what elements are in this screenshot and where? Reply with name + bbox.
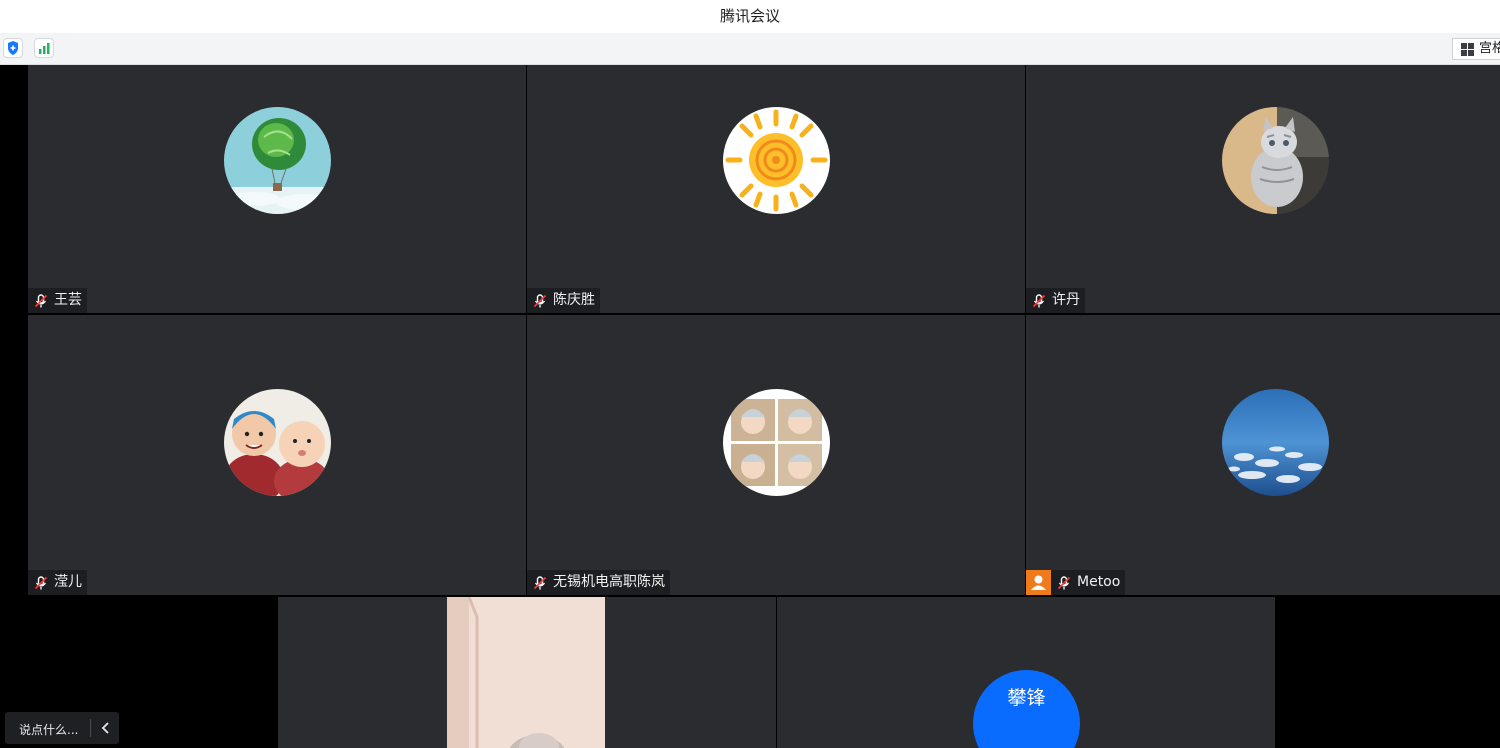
participant-tile[interactable]: 许丹 [1026, 65, 1500, 313]
chat-input-bar[interactable]: 说点什么... [5, 712, 119, 744]
grid-view-button[interactable]: 宫格视图 [1452, 38, 1500, 60]
participant-name: 王芸 [54, 292, 82, 308]
divider [90, 719, 91, 737]
text-avatar-label: 攀锋 [1007, 687, 1046, 709]
participant-name-tag: 滢儿 [28, 570, 87, 595]
participant-name: 滢儿 [54, 574, 82, 590]
participant-name: 无锡机电高职陈岚 [553, 574, 665, 590]
shield-check-icon[interactable] [3, 38, 23, 58]
mic-muted-icon [33, 575, 49, 591]
grid-view-icon [1461, 43, 1474, 56]
participant-tile[interactable]: 无锡机电高职陈岚 [527, 315, 1025, 595]
host-badge-icon [1026, 570, 1051, 595]
participant-name: 许丹 [1052, 292, 1080, 308]
grid-view-label: 宫格视图 [1479, 41, 1500, 56]
participant-name-tag: 许丹 [1026, 288, 1085, 313]
text-avatar: 攀锋 [973, 670, 1080, 748]
participant-name-tag: 无锡机电高职陈岚 [527, 570, 670, 595]
participant-tile[interactable] [278, 597, 776, 748]
avatar [1222, 107, 1329, 214]
chat-input[interactable]: 说点什么... [19, 721, 78, 738]
avatar [723, 107, 830, 214]
participant-tile[interactable]: 攀锋 [777, 597, 1275, 748]
participant-tile[interactable]: 王芸 [28, 65, 526, 313]
avatar [723, 389, 830, 496]
mic-muted-icon [532, 293, 548, 309]
participant-name-tag: 王芸 [28, 288, 87, 313]
signal-bars-icon[interactable] [34, 38, 54, 58]
participant-name: Metoo [1077, 574, 1121, 590]
avatar [1222, 389, 1329, 496]
window-title: 腾讯会议 [0, 0, 1500, 33]
mic-muted-icon [1056, 575, 1072, 591]
participant-name-tag: Metoo [1026, 570, 1126, 595]
participant-name: 陈庆胜 [553, 292, 595, 308]
participant-tile[interactable]: Metoo [1026, 315, 1500, 595]
participant-tile[interactable]: 陈庆胜 [527, 65, 1025, 313]
top-toolbar: 宫格视图 [0, 33, 1500, 65]
participant-tile[interactable]: 滢儿 [28, 315, 526, 595]
mic-muted-icon [1031, 293, 1047, 309]
avatar [224, 107, 331, 214]
participant-name-tag: 陈庆胜 [527, 288, 600, 313]
mic-muted-icon [532, 575, 548, 591]
mic-muted-icon [33, 293, 49, 309]
avatar [224, 389, 331, 496]
chevron-left-icon[interactable] [98, 720, 114, 736]
video-stream [447, 597, 605, 748]
